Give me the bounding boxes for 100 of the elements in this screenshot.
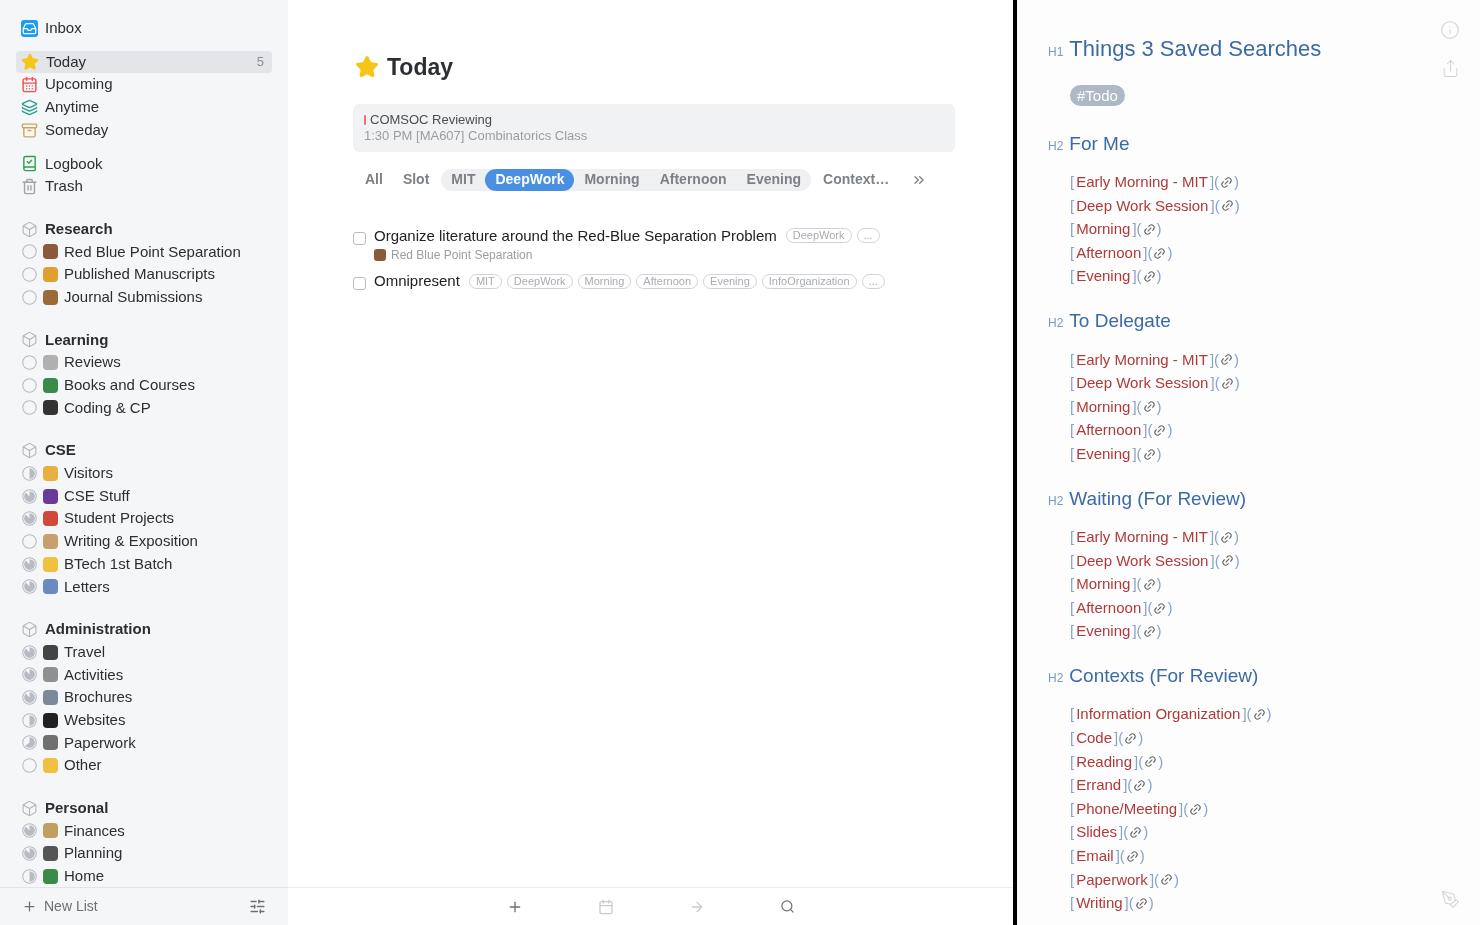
markdown-syntax: ]( — [1241, 704, 1252, 725]
project-item[interactable]: Journal Submissions — [16, 285, 272, 309]
link-label[interactable]: Early Morning - MIT — [1076, 171, 1208, 194]
task-title[interactable]: Organize literature around the Red-Blue Separation Problem — [374, 224, 777, 247]
progress-icon — [22, 868, 37, 884]
link-label[interactable]: Early Morning - MIT — [1076, 348, 1208, 371]
sidebar-item[interactable]: Someday — [16, 118, 272, 142]
markdown-syntax: ]( — [1178, 798, 1189, 819]
settings-icon[interactable] — [249, 898, 266, 915]
heading-marker: H2 — [1048, 492, 1064, 510]
project-item[interactable]: Published Manuscripts — [16, 263, 272, 286]
sidebar-item[interactable]: Inbox — [16, 17, 272, 40]
project-item[interactable]: Home — [16, 865, 272, 887]
link-label[interactable]: Writing — [1076, 892, 1123, 915]
area-header[interactable]: Research — [16, 217, 272, 241]
link-label[interactable]: Morning — [1076, 395, 1131, 419]
link-label[interactable]: Errand — [1076, 774, 1122, 797]
star-icon — [21, 53, 39, 72]
link-label[interactable]: Afternoon — [1076, 241, 1142, 265]
area-header[interactable]: Learning — [16, 328, 272, 352]
link-label[interactable]: Afternoon — [1076, 419, 1142, 442]
sidebar-item[interactable]: Today 5 — [16, 50, 272, 74]
task-checkbox[interactable] — [353, 231, 366, 245]
project-item[interactable]: Letters — [16, 575, 272, 599]
project-item[interactable]: Other — [16, 754, 272, 777]
link-label[interactable]: Reading — [1076, 750, 1133, 774]
filter-tab[interactable]: Slot — [392, 168, 440, 191]
progress-icon — [22, 355, 37, 371]
calendar-event: 1:30 PM [MA607] Combinatorics Class — [364, 127, 589, 144]
sidebar-item[interactable]: Logbook — [16, 152, 272, 176]
link-label[interactable]: Information Organization — [1076, 703, 1241, 726]
link-label[interactable]: Evening — [1076, 620, 1131, 643]
link-label[interactable]: Phone/Meeting — [1076, 797, 1178, 821]
link-label[interactable]: Early Morning - MIT — [1076, 526, 1208, 549]
markdown-syntax: ) — [1156, 266, 1162, 287]
area-header[interactable]: Personal — [16, 796, 272, 820]
markdown-syntax: [ — [1070, 621, 1076, 642]
project-item[interactable]: Paperwork — [16, 731, 272, 755]
project-item[interactable]: Student Projects — [16, 507, 272, 531]
filter-tab[interactable]: Morning — [574, 168, 650, 191]
link-label[interactable]: Paperwork — [1076, 868, 1148, 892]
markdown-syntax: ]( — [1208, 172, 1220, 193]
markdown-syntax: ]( — [1208, 349, 1220, 370]
markdown-syntax: ]( — [1142, 420, 1153, 441]
project-item[interactable]: Books and Courses — [16, 373, 272, 397]
filter-tab[interactable]: MIT — [441, 168, 486, 191]
link-label[interactable]: Evening — [1076, 265, 1131, 288]
heading-marker: H2 — [1048, 315, 1064, 333]
progress-icon — [22, 644, 37, 660]
search-icon[interactable] — [779, 899, 795, 914]
link-label[interactable]: Deep Work Session — [1076, 194, 1209, 218]
filter-tab[interactable]: All — [355, 168, 393, 191]
markdown-syntax: ) — [1139, 846, 1145, 866]
project-item[interactable]: BTech 1st Batch — [16, 552, 272, 576]
area-header[interactable]: Administration — [16, 618, 272, 641]
link-label[interactable]: Email — [1076, 845, 1114, 868]
link-label[interactable]: Deep Work Session — [1076, 549, 1209, 573]
markdown-syntax: ) — [1167, 420, 1173, 441]
link-label[interactable]: Evening — [1076, 442, 1131, 466]
project-item[interactable]: Finances — [16, 819, 272, 843]
filter-tab[interactable]: Afternoon — [649, 168, 737, 191]
project-item[interactable]: CSE Stuff — [16, 484, 272, 508]
markdown-syntax: ) — [1234, 172, 1240, 193]
project-item[interactable]: Brochures — [16, 686, 272, 709]
link-label[interactable]: Afternoon — [1076, 596, 1142, 620]
task-checkbox[interactable] — [353, 277, 366, 290]
markdown-syntax: ]( — [1118, 822, 1129, 843]
project-item[interactable]: Travel — [16, 640, 272, 664]
area-header[interactable]: CSE — [16, 439, 272, 462]
markdown-syntax: ) — [1156, 396, 1162, 417]
sidebar-item[interactable]: Trash — [16, 175, 272, 198]
project-item[interactable]: Writing & Exposition — [16, 530, 272, 553]
filter-tab[interactable]: Context… — [813, 168, 900, 191]
project-item[interactable]: Coding & CP — [16, 396, 272, 420]
sidebar-item[interactable]: Anytime — [16, 96, 272, 119]
progress-icon — [22, 377, 37, 393]
new-list-button[interactable]: New List — [22, 896, 98, 917]
project-item[interactable]: Reviews — [16, 351, 272, 374]
link-label[interactable]: Morning — [1076, 218, 1131, 241]
task-project: Red Blue Point Separation — [391, 247, 533, 264]
markdown-syntax: [ — [1070, 728, 1076, 749]
project-item[interactable]: Websites — [16, 708, 272, 732]
markdown-syntax: [ — [1070, 893, 1076, 914]
task-title[interactable]: Omnipresent — [374, 270, 460, 293]
filter-tab[interactable]: Evening — [736, 168, 811, 191]
link-label[interactable]: Slides — [1076, 821, 1118, 844]
section-heading: For Me — [1069, 132, 1130, 156]
project-item[interactable]: Activities — [16, 663, 272, 687]
sidebar-item[interactable]: Upcoming — [16, 73, 272, 97]
project-item[interactable]: Visitors — [16, 462, 272, 485]
link-label[interactable]: Code — [1076, 727, 1113, 750]
markdown-syntax: [ — [1070, 242, 1076, 263]
project-item[interactable]: Planning — [16, 842, 272, 865]
cube-icon — [21, 220, 38, 238]
markdown-syntax: ]( — [1133, 751, 1144, 772]
link-label[interactable]: Morning — [1076, 573, 1131, 596]
link-label[interactable]: Deep Work Session — [1076, 372, 1209, 395]
project-item[interactable]: Red Blue Point Separation — [16, 240, 272, 264]
filter-tab[interactable]: DeepWork — [485, 168, 575, 191]
markdown-syntax: ]( — [1113, 728, 1124, 749]
